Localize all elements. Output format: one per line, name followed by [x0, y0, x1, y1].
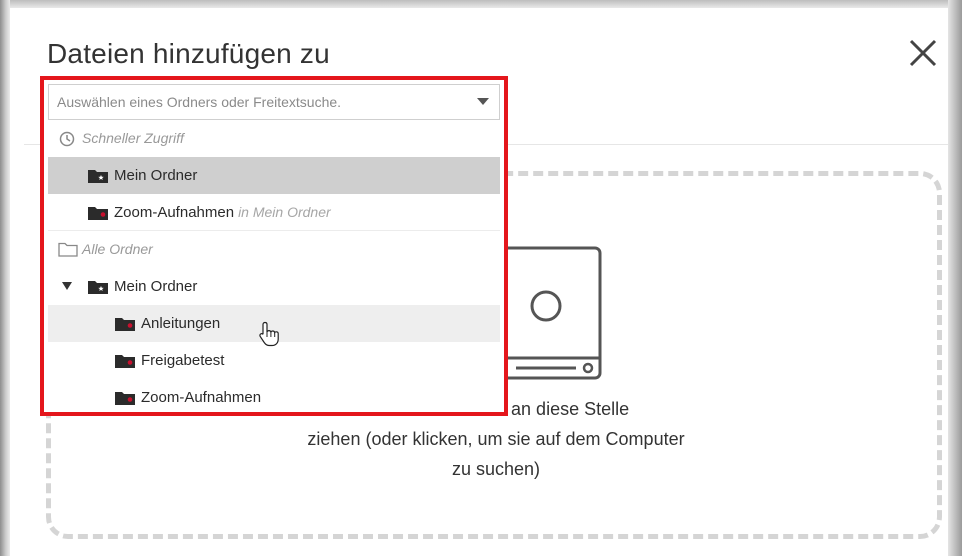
- tree-item-label: Anleitungen: [141, 315, 221, 332]
- folder-icon: [115, 318, 135, 331]
- chevron-down-icon[interactable]: [477, 98, 489, 105]
- tree-item-mein-ordner[interactable]: Mein Ordner: [48, 268, 500, 305]
- folder-icon: [115, 392, 135, 405]
- window-shadow-top: [0, 0, 962, 8]
- quick-access-item-label: Mein Ordner: [114, 167, 198, 184]
- quick-access-item-mein-ordner[interactable]: Mein Ordner: [48, 157, 500, 194]
- triangle-down-icon[interactable]: [62, 282, 72, 290]
- tree-item-freigabetest[interactable]: Freigabetest: [48, 342, 500, 379]
- tree-item-label: Zoom-Aufnahmen: [141, 389, 262, 406]
- dropzone-text-line-2: ziehen (oder klicken, um sie auf dem Com…: [307, 429, 685, 449]
- quick-access-item-zoom-aufnahmen[interactable]: Zoom-Aufnahmen in Mein Ordner: [48, 194, 500, 231]
- dialog-title: Dateien hinzufügen zu: [47, 38, 330, 69]
- tree-item-zoom-aufnahmen[interactable]: Zoom-Aufnahmen: [48, 379, 500, 416]
- folder-search-box[interactable]: [48, 84, 500, 120]
- close-button[interactable]: [908, 38, 938, 68]
- folder-icon: [88, 207, 108, 220]
- folder-location-hint: in Mein Ordner: [238, 204, 331, 220]
- folder-star-icon: [88, 170, 108, 183]
- hand-pointer-icon: [259, 321, 279, 347]
- quick-access-item-label: Zoom-Aufnahmen: [114, 204, 235, 221]
- group-header-all-folders: Alle Ordner: [48, 231, 500, 268]
- window-shadow-right: [948, 0, 962, 556]
- close-icon: [909, 39, 937, 67]
- clock-icon: [59, 131, 75, 147]
- window-shadow-left: [0, 0, 10, 556]
- folder-search-input[interactable]: [57, 85, 467, 119]
- dropzone-text-line-3: zu suchen): [451, 459, 541, 479]
- folder-icon: [115, 355, 135, 368]
- group-label-quick-access: Schneller Zugriff: [82, 130, 184, 146]
- folder-picker-highlight: Schneller Zugriff Mein Ordner Zoom-Aufna…: [40, 76, 508, 416]
- tree-item-label: Mein Ordner: [114, 278, 198, 295]
- tree-item-label: Freigabetest: [141, 352, 225, 369]
- folder-outline-icon: [58, 242, 78, 257]
- group-header-quick-access: Schneller Zugriff: [48, 120, 500, 157]
- folder-star-icon: [88, 281, 108, 294]
- group-label-all-folders: Alle Ordner: [82, 241, 153, 257]
